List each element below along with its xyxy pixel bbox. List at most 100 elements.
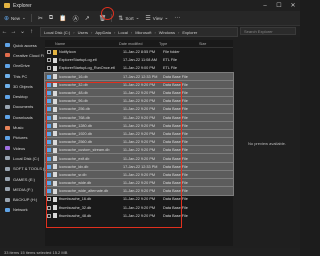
checkbox-icon[interactable] <box>47 66 51 71</box>
share-button[interactable]: ↗ <box>85 12 90 24</box>
new-button[interactable]: ⊕ New ⌄ <box>4 12 26 24</box>
divider <box>30 14 32 22</box>
column-size[interactable]: Size <box>199 40 219 47</box>
sidebar-item[interactable]: Creative Cloud Files <box>0 50 44 60</box>
breadcrumb[interactable]: Microsoft <box>135 30 151 35</box>
maximize-icon[interactable]: ☐ <box>272 0 286 11</box>
sidebar-item[interactable]: Quick access <box>0 40 44 50</box>
checkbox-icon[interactable] <box>47 107 51 112</box>
sidebar-item[interactable]: Videos <box>0 143 44 153</box>
file-type: Data Base File <box>163 189 188 194</box>
sidebar-item[interactable]: SOFT & TOOLS (D:) <box>0 164 44 174</box>
file-row[interactable]: iconcache_48.db 11-Jan-22 9:20 PM Data Bas… <box>44 87 234 99</box>
sidebar-item[interactable]: Downloads <box>0 112 44 122</box>
cut-button[interactable]: ✂ <box>38 12 43 24</box>
file-row[interactable]: iconcache_2560.db 11-Jan-22 9:20 PM Data B… <box>44 137 234 148</box>
file-row[interactable]: iconcache_16.db 17-Jan-22 12:33 PM Data Ba… <box>44 71 234 82</box>
checkbox-icon[interactable] <box>47 99 51 104</box>
file-date: 11-Jan-22 9:20 PM <box>123 156 156 161</box>
column-date[interactable]: Date modified <box>119 40 159 47</box>
file-icon <box>53 164 57 170</box>
file-icon <box>53 147 57 153</box>
back-icon[interactable]: ← <box>0 29 9 35</box>
search-input[interactable]: Search Explorer <box>240 27 296 35</box>
sidebar-item[interactable]: Local Disk (C:) <box>0 153 44 163</box>
file-row[interactable]: iconcache_custom_stream.db 11-Jan-22 9:20… <box>44 145 234 156</box>
file-row[interactable]: iconcache_1920.db 11-Jan-22 9:20 PM Data B… <box>44 128 234 140</box>
checkbox-icon[interactable] <box>47 172 51 177</box>
sidebar-item[interactable]: This PC <box>0 71 44 81</box>
checkbox-icon[interactable] <box>47 140 51 145</box>
checkbox-icon[interactable] <box>47 156 51 161</box>
file-row[interactable]: iconcache_sr.db 11-Jan-22 9:20 PM Data Bas… <box>44 169 234 181</box>
file-date: 11-Jan-22 9:20 PM <box>123 181 156 186</box>
sidebar-item[interactable]: GAMES (E:) <box>0 174 44 184</box>
paste-button[interactable]: 📋 <box>59 12 66 24</box>
address-bar[interactable]: Local Disk (C:) › Users › AppData › Local › … <box>40 27 238 37</box>
more-options-button[interactable]: ··· <box>174 12 180 24</box>
checkbox-icon[interactable] <box>47 181 51 186</box>
sidebar-item[interactable]: Documents <box>0 102 44 112</box>
file-row[interactable]: iconcache_96.db 11-Jan-22 9:20 PM Data Bas… <box>44 96 234 107</box>
checkbox-icon[interactable] <box>47 197 51 202</box>
checkbox-icon[interactable] <box>47 131 51 136</box>
breadcrumb[interactable]: Windows <box>159 30 175 35</box>
checkbox-icon[interactable] <box>47 164 51 169</box>
checkbox-icon[interactable] <box>47 205 51 210</box>
checkbox-icon[interactable] <box>47 115 51 120</box>
sidebar-item[interactable]: Network <box>0 205 44 215</box>
file-row[interactable]: thumbcache_48.db 11-Jan-22 9:20 PM Data Ba… <box>45 212 233 220</box>
file-type: Data Base File <box>163 148 188 153</box>
breadcrumb[interactable]: Local Disk (C:) <box>44 30 70 35</box>
breadcrumb[interactable]: Users <box>78 30 88 35</box>
file-type: Data Base File <box>163 115 188 120</box>
file-row[interactable]: iconcache_wide_alternate.db 11-Jan-22 9:2… <box>44 186 234 197</box>
file-row[interactable]: iconcache_256.db 11-Jan-22 9:20 PM Data Ba… <box>44 104 234 115</box>
copy-button[interactable]: ⧉ <box>49 12 53 24</box>
file-row[interactable]: iconcache_wide.db 11-Jan-22 9:20 PM Data B… <box>44 177 234 189</box>
file-row[interactable]: thumbcache_32.db 11-Jan-22 9:20 PM Data Ba… <box>45 204 233 212</box>
sidebar-item[interactable]: BACKUP (H:) <box>0 194 44 204</box>
sidebar-item[interactable]: Desktop <box>0 91 44 101</box>
navigation-pane: Quick access Creative Cloud Files OneDrive… <box>0 40 44 246</box>
checkbox-icon[interactable] <box>47 91 51 96</box>
file-row[interactable]: iconcache_768.db 11-Jan-22 9:20 PM Data Ba… <box>44 112 234 123</box>
minimize-icon[interactable]: – <box>258 0 272 11</box>
checkbox-icon[interactable] <box>47 74 51 79</box>
file-row[interactable]: thumbcache_16.db 11-Jan-22 9:20 PM Data Ba… <box>45 195 233 203</box>
file-row[interactable]: iconcache_idx.db 17-Jan-22 12:33 PM Data B… <box>44 161 234 172</box>
recent-chevron-icon[interactable]: ⌄ <box>18 28 27 35</box>
checkbox-icon[interactable] <box>47 50 51 55</box>
close-icon[interactable]: ✕ <box>286 0 300 11</box>
sidebar-item[interactable]: Music <box>0 122 44 132</box>
breadcrumb[interactable]: Local <box>118 30 128 35</box>
sidebar-item[interactable]: 3D Objects <box>0 81 44 91</box>
breadcrumb[interactable]: Explorer <box>182 30 197 35</box>
sidebar-item[interactable]: Pictures <box>0 133 44 143</box>
checkbox-icon[interactable] <box>47 123 51 128</box>
file-row[interactable]: ExplorerStartupLog.etl 17-Jan-22 11:08 AM… <box>45 56 233 64</box>
column-name[interactable]: Name <box>55 40 119 47</box>
checkbox-icon[interactable] <box>47 148 51 153</box>
checkbox-icon[interactable] <box>47 82 51 87</box>
breadcrumb[interactable]: AppData <box>95 30 111 35</box>
sidebar-item[interactable]: MEDIA (F:) <box>0 184 44 194</box>
up-icon[interactable]: ↑ <box>27 29 36 35</box>
sort-button[interactable]: ⇅ Sort ⌄ <box>118 12 139 24</box>
forward-icon[interactable]: → <box>9 29 18 35</box>
file-row[interactable]: iconcache_1280.db 11-Jan-22 9:20 PM Data B… <box>44 120 234 131</box>
checkbox-icon[interactable] <box>47 213 51 218</box>
file-type: Data Base File <box>163 91 188 96</box>
checkbox-icon[interactable] <box>47 58 51 63</box>
sidebar-item[interactable]: OneDrive <box>0 61 44 71</box>
view-button[interactable]: ☰ View ⌄ <box>145 12 168 24</box>
file-row[interactable]: iconcache_exif.db 11-Jan-22 9:20 PM Data B… <box>44 153 234 164</box>
file-row[interactable]: NotifyIcon 11-Jan-22 8:55 PM File folder <box>45 48 233 56</box>
checkbox-icon[interactable] <box>47 189 51 194</box>
file-row[interactable]: ExplorerStartupLog_RunOnce.etl 11-Jan-22 … <box>45 64 233 72</box>
column-type[interactable]: Type <box>159 40 199 47</box>
file-row[interactable]: iconcache_32.db 11-Jan-22 9:20 PM Data Bas… <box>44 79 234 90</box>
file-date: 11-Jan-22 9:20 PM <box>123 197 156 202</box>
location-icon <box>5 135 10 140</box>
rename-button[interactable]: Ⓐ <box>73 12 79 24</box>
